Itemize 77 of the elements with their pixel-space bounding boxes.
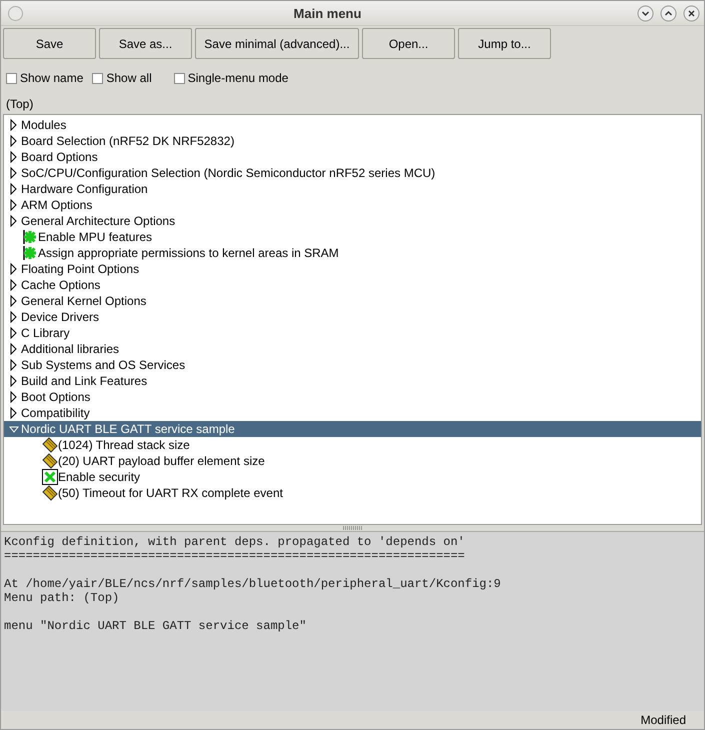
toolbar-button[interactable]: Jump to...: [458, 28, 551, 59]
item-label: Sub Systems and OS Services: [21, 358, 186, 372]
tree-item[interactable]: Modules: [4, 117, 701, 133]
tree-item[interactable]: Nordic UART BLE GATT service sample: [4, 421, 701, 437]
item-label: Enable MPU features: [38, 230, 152, 244]
tree-item[interactable]: Additional libraries: [4, 341, 701, 357]
tree-item[interactable]: C Library: [4, 325, 701, 341]
item-label: Compatibility: [21, 406, 90, 420]
checkbox[interactable]: [92, 72, 104, 84]
splitter-handle[interactable]: [342, 526, 362, 530]
tree-item[interactable]: Boot Options: [4, 389, 701, 405]
tree-item[interactable]: Build and Link Features: [4, 373, 701, 389]
tree-item[interactable]: Sub Systems and OS Services: [4, 357, 701, 373]
tree-item[interactable]: Enable MPU features: [4, 229, 701, 245]
item-label: General Kernel Options: [21, 294, 146, 308]
item-label: Assign appropriate permissions to kernel areas in SRAM: [38, 246, 339, 260]
item-label: Boot Options: [21, 390, 90, 404]
checkbox-label: Single-menu mode: [188, 71, 288, 85]
star-icon: [22, 229, 38, 245]
checkbox[interactable]: [174, 72, 185, 84]
toolbar-button[interactable]: Save minimal (advanced)...: [195, 28, 359, 59]
details-text: ================================================================: [4, 549, 466, 563]
tree-item[interactable]: (20) UART payload buffer element size: [4, 453, 701, 469]
details-text: Kconfig definition, with parent deps. propagated to 'depends on': [4, 535, 466, 549]
tree-item[interactable]: Floating Point Options: [4, 261, 701, 277]
item-label: (50) Timeout for UART RX complete event: [58, 486, 283, 500]
tree-item[interactable]: Board Options: [4, 149, 701, 165]
close-icon[interactable]: [683, 4, 700, 22]
item-label: C Library: [21, 326, 70, 340]
toolbar-button[interactable]: Save: [3, 28, 96, 59]
item-label: Enable security: [58, 470, 140, 484]
checkbox-label: Show name: [20, 71, 84, 85]
minimize-icon[interactable]: [637, 4, 654, 22]
window-title: Main menu: [292, 6, 362, 20]
checkbox[interactable]: [42, 469, 58, 485]
item-label: (1024) Thread stack size: [58, 438, 190, 452]
tree-item[interactable]: Cache Options: [4, 277, 701, 293]
tree-item[interactable]: Board Selection (nRF52 DK NRF52832): [4, 133, 701, 149]
tree-item[interactable]: Assign appropriate permissions to kernel areas in SRAM: [4, 245, 701, 261]
tree-item[interactable]: Compatibility: [4, 405, 701, 421]
item-label: Floating Point Options: [21, 262, 140, 276]
checkbox[interactable]: [6, 72, 17, 84]
tree-item[interactable]: ARM Options: [4, 197, 701, 213]
item-label: Hardware Configuration: [21, 182, 148, 196]
checkbox-label: Show all: [106, 71, 152, 85]
item-label: ARM Options: [21, 198, 92, 212]
menu-path-label: (Top): [6, 97, 34, 111]
item-label: Additional libraries: [21, 342, 120, 356]
tree-item[interactable]: General Kernel Options: [4, 293, 701, 309]
toolbar-button[interactable]: Save as...: [99, 28, 192, 59]
item-label: Board Selection (nRF52 DK NRF52832): [21, 134, 234, 148]
item-label: General Architecture Options: [21, 214, 176, 228]
tree-item[interactable]: (50) Timeout for UART RX complete event: [4, 485, 701, 501]
maximize-icon[interactable]: [660, 4, 677, 22]
details-text: Menu path: (Top): [4, 591, 120, 605]
item-label: Device Drivers: [21, 310, 100, 324]
star-icon: [22, 245, 38, 261]
item-label: (20) UART payload buffer element size: [58, 454, 265, 468]
pencil-icon: [42, 453, 58, 469]
tree-item[interactable]: Device Drivers: [4, 309, 701, 325]
item-label: Board Options: [21, 150, 98, 164]
details-text: menu "Nordic UART BLE GATT service sample": [4, 619, 308, 633]
toolbar-button[interactable]: Open...: [362, 28, 455, 59]
pencil-icon: [42, 437, 58, 453]
tree-item[interactable]: General Architecture Options: [4, 213, 701, 229]
tree-item[interactable]: Hardware Configuration: [4, 181, 701, 197]
tree-item[interactable]: Enable security: [4, 469, 701, 485]
item-label: Modules: [21, 118, 66, 132]
status-text: Modified: [640, 713, 686, 727]
tree-item[interactable]: (1024) Thread stack size: [4, 437, 701, 453]
item-label: Build and Link Features: [21, 374, 148, 388]
details-text: At /home/yair/BLE/ncs/nrf/samples/bluetooth/peripheral_uart/Kconfig:9: [4, 577, 502, 591]
item-label: SoC/CPU/Configuration Selection (Nordic Semiconductor nRF52 series MCU): [21, 166, 436, 180]
item-label: Cache Options: [21, 278, 100, 292]
tree-item[interactable]: SoC/CPU/Configuration Selection (Nordic Semiconductor nRF52 series MCU): [4, 165, 701, 181]
item-label: Nordic UART BLE GATT service sample: [21, 422, 235, 436]
pencil-icon: [42, 485, 58, 501]
